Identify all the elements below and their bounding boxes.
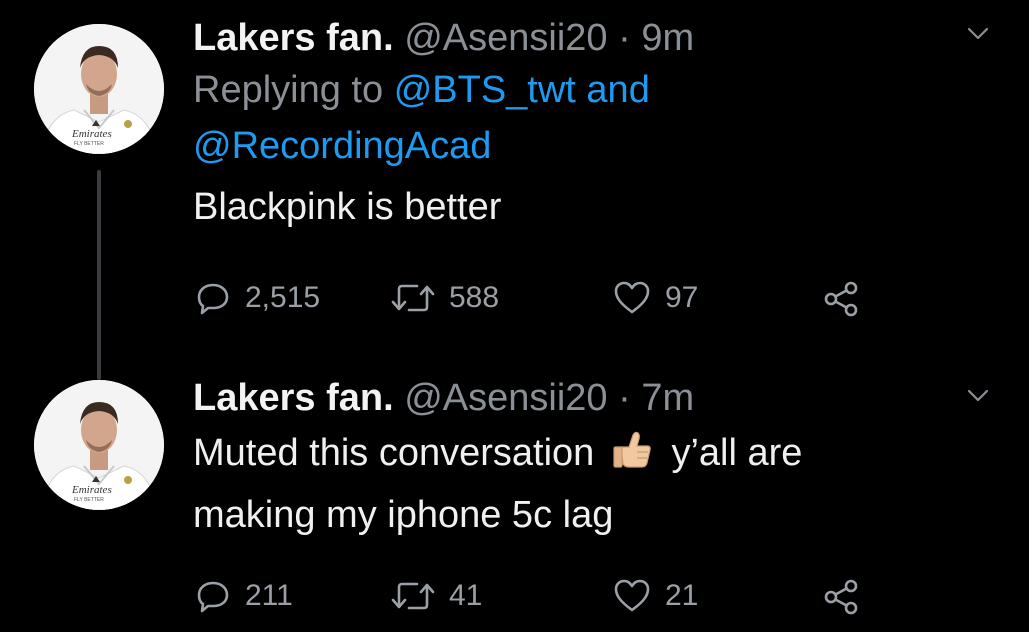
chevron-down-icon[interactable] (965, 20, 991, 46)
tweet-actions: 2,515 588 97 (193, 280, 969, 324)
jersey-sponsor-text: Emirates (71, 128, 112, 140)
tweet-actions: 211 41 21 (193, 578, 969, 622)
tweet[interactable]: Emirates FLY BETTER Lakers fan. @Asensii… (0, 0, 1029, 360)
timestamp[interactable]: 9m (641, 17, 694, 59)
replying-and[interactable]: and (586, 69, 649, 111)
retweet-button[interactable]: 41 (391, 578, 482, 614)
reply-button[interactable]: 211 (195, 578, 293, 614)
reply-count: 2,515 (245, 281, 321, 314)
chevron-down-icon[interactable] (965, 382, 991, 408)
user-handle[interactable]: @Asensii20 (404, 17, 607, 59)
retweet-count: 588 (449, 281, 500, 314)
retweet-icon (391, 284, 435, 312)
like-button[interactable]: 21 (613, 578, 698, 614)
tweet-text: Muted this conversation y’all are making… (193, 422, 969, 546)
mention-link[interactable]: @BTS_twt (394, 69, 576, 111)
reply-icon (197, 581, 229, 613)
thumbs-up-emoji-icon (613, 431, 651, 468)
timestamp[interactable]: 7m (641, 377, 694, 419)
retweet-button[interactable]: 588 (391, 280, 499, 316)
display-name[interactable]: Lakers fan. (193, 377, 394, 419)
retweet-icon (391, 582, 435, 610)
reply-count: 211 (245, 579, 293, 612)
like-icon (614, 281, 650, 314)
replying-to: Replying to @BTS_twt and @RecordingAcad (193, 62, 969, 174)
user-handle[interactable]: @Asensii20 (404, 377, 607, 419)
separator-dot: · (618, 377, 631, 419)
share-button[interactable] (823, 280, 861, 318)
retweet-count: 41 (449, 579, 483, 612)
tweet-content: Lakers fan. @Asensii20 · 9m Replying to … (193, 14, 969, 238)
jersey-sponsor-subtext: FLY BETTER (74, 141, 104, 147)
avatar[interactable]: Emirates FLY BETTER (34, 24, 164, 154)
share-icon (824, 281, 858, 317)
share-button[interactable] (823, 578, 861, 616)
tweet-text-line: making my iphone 5c lag (193, 494, 614, 536)
replying-to-label: Replying to (193, 69, 384, 111)
tweet-text-part: y’all are (671, 432, 803, 474)
separator-dot: · (618, 17, 631, 59)
display-name[interactable]: Lakers fan. (193, 17, 394, 59)
tweet-text: Blackpink is better (193, 186, 502, 228)
reply-button[interactable]: 2,515 (195, 280, 320, 316)
tweet-content: Lakers fan. @Asensii20 · 7m Muted this c… (193, 374, 969, 546)
tweet-text-part: Muted this conversation (193, 432, 595, 474)
reply-icon (197, 283, 229, 315)
jersey-sponsor-subtext: FLY BETTER (74, 497, 104, 503)
like-count: 21 (665, 579, 699, 612)
like-count: 97 (665, 281, 699, 314)
avatar[interactable]: Emirates FLY BETTER (34, 380, 164, 510)
share-icon (824, 579, 858, 615)
like-button[interactable]: 97 (613, 280, 698, 316)
tweet[interactable]: Emirates FLY BETTER Lakers fan. @Asensii… (0, 360, 1029, 632)
jersey-sponsor-text: Emirates (71, 484, 112, 496)
like-icon (614, 579, 650, 612)
tweet-header: Lakers fan. @Asensii20 · 9m (193, 14, 969, 62)
tweet-header: Lakers fan. @Asensii20 · 7m (193, 374, 969, 422)
mention-link[interactable]: @RecordingAcad (193, 125, 491, 167)
